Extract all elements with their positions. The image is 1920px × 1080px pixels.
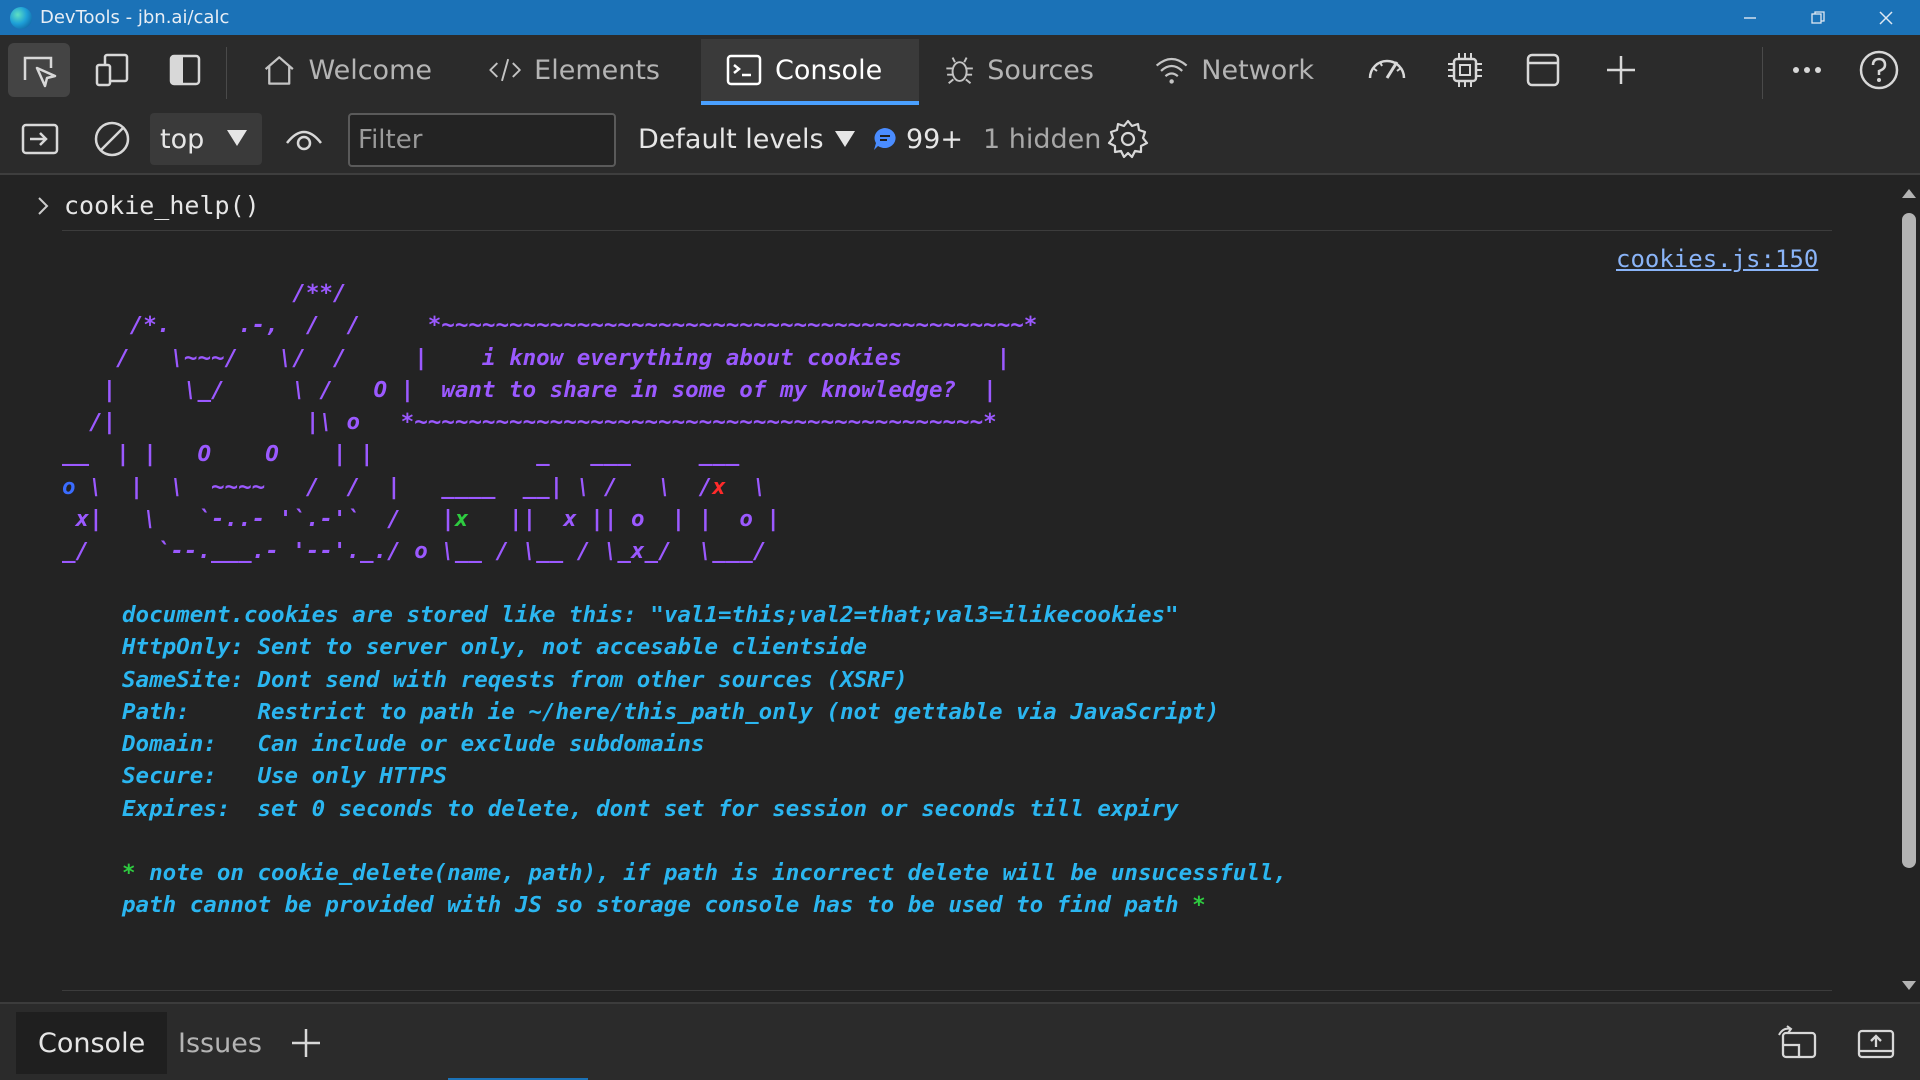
dock-side-button[interactable] bbox=[154, 43, 216, 97]
message-count: 99+ bbox=[906, 123, 963, 155]
source-link[interactable]: cookies.js:150 bbox=[1616, 245, 1818, 273]
console-divider bbox=[62, 990, 1832, 991]
ascii-art-cookie-monster: /**/ /*. .-, / / *~~~~~~~~~~~~~~~~~~~~~~… bbox=[62, 280, 1038, 565]
scroll-down-arrow-icon[interactable] bbox=[1902, 981, 1916, 990]
context-selector[interactable]: top bbox=[150, 113, 262, 165]
chevron-down-icon bbox=[834, 131, 855, 147]
drawer-tab-console[interactable]: Console bbox=[16, 1012, 168, 1074]
drawer-tab-label: Issues bbox=[178, 1027, 262, 1059]
help-button[interactable] bbox=[1848, 43, 1910, 97]
window-title: DevTools - jbn.ai/calc bbox=[40, 7, 230, 28]
restore-icon bbox=[1811, 10, 1825, 24]
window-controls bbox=[1716, 0, 1920, 35]
tab-network[interactable]: Network bbox=[1154, 39, 1314, 101]
console-icon bbox=[726, 54, 762, 86]
code-icon bbox=[489, 58, 521, 82]
performance-icon bbox=[1368, 59, 1406, 79]
chevron-right-icon bbox=[38, 196, 49, 215]
help-icon bbox=[1859, 50, 1899, 90]
console-command: cookie_help() bbox=[64, 191, 260, 220]
title-bar: DevTools - jbn.ai/calc bbox=[0, 0, 1920, 35]
cookie-info-text: document.cookies are stored like this: "… bbox=[122, 602, 1220, 822]
add-tab-icon bbox=[292, 1029, 320, 1057]
edge-devtools-logo-icon bbox=[10, 6, 32, 29]
application-button[interactable] bbox=[1512, 43, 1574, 97]
drawer-add-tab-button[interactable] bbox=[280, 1018, 332, 1068]
drawer-toolbar: Console Issues bbox=[0, 1002, 1920, 1080]
filter-input[interactable] bbox=[348, 113, 616, 167]
console-output: cookie_help() cookies.js:150 /**/ /*. .-… bbox=[0, 177, 1898, 1002]
tab-label: Sources bbox=[987, 54, 1094, 86]
drawer-tab-label: Console bbox=[38, 1027, 146, 1059]
main-toolbar: Welcome Elements Console Sources Network bbox=[0, 35, 1920, 105]
tab-label: Welcome bbox=[308, 54, 432, 86]
console-scrollbar[interactable] bbox=[1898, 177, 1920, 1002]
scrollbar-thumb[interactable] bbox=[1902, 213, 1916, 868]
add-tab-icon bbox=[1607, 56, 1635, 84]
wifi-icon bbox=[1155, 57, 1188, 84]
more-button[interactable] bbox=[1776, 43, 1838, 97]
console-settings-button[interactable] bbox=[1104, 115, 1152, 163]
tab-label: Console bbox=[775, 54, 883, 86]
quick-view-button[interactable] bbox=[1772, 1018, 1824, 1068]
chevron-down-icon bbox=[227, 130, 247, 146]
quick-view-icon bbox=[1778, 1025, 1817, 1059]
memory-icon bbox=[1448, 53, 1482, 87]
tab-label: Elements bbox=[534, 54, 660, 86]
message-bubble-icon bbox=[874, 128, 896, 150]
move-to-top-button[interactable] bbox=[1850, 1018, 1902, 1068]
context-value: top bbox=[160, 123, 205, 155]
device-emulation-button[interactable] bbox=[82, 43, 144, 97]
clear-icon bbox=[94, 121, 130, 157]
drawer-tab-issues[interactable]: Issues bbox=[156, 1012, 284, 1074]
scroll-up-arrow-icon[interactable] bbox=[1902, 189, 1916, 198]
memory-button[interactable] bbox=[1434, 43, 1496, 97]
inspect-icon bbox=[23, 56, 57, 88]
inspect-button[interactable] bbox=[8, 43, 70, 97]
dock-to-top-icon bbox=[1857, 1029, 1895, 1059]
hidden-count: 1 hidden bbox=[983, 123, 1102, 155]
close-button[interactable] bbox=[1852, 0, 1920, 35]
minimize-button[interactable] bbox=[1716, 0, 1784, 35]
toolbar-divider bbox=[1762, 47, 1763, 99]
tab-elements[interactable]: Elements bbox=[488, 39, 660, 101]
tab-console[interactable]: Console bbox=[701, 39, 919, 105]
message-count-button[interactable]: 99+ bbox=[872, 115, 963, 163]
live-expression-button[interactable] bbox=[280, 115, 328, 163]
clear-console-button[interactable] bbox=[88, 115, 136, 163]
close-icon bbox=[1879, 10, 1893, 25]
restore-button[interactable] bbox=[1784, 0, 1852, 35]
performance-button[interactable] bbox=[1356, 43, 1418, 97]
console-divider bbox=[62, 230, 1832, 231]
show-sidebar-button[interactable] bbox=[16, 115, 64, 163]
console-toolbar: top Default levels 99+ 1 hidden bbox=[0, 105, 1920, 175]
eye-icon bbox=[286, 130, 322, 151]
sidebar-toggle-icon bbox=[21, 123, 59, 155]
log-levels-label: Default levels bbox=[638, 123, 824, 155]
console-input-echo: cookie_help() bbox=[36, 191, 260, 220]
home-icon bbox=[264, 56, 294, 85]
tab-sources[interactable]: Sources bbox=[944, 39, 1094, 101]
more-icon bbox=[1793, 67, 1821, 73]
cookie-delete-note: * note on cookie_delete(name, path), if … bbox=[122, 860, 1287, 919]
toolbar-divider bbox=[226, 47, 227, 99]
log-levels-dropdown[interactable]: Default levels bbox=[638, 115, 856, 163]
device-emulation-icon bbox=[95, 53, 129, 87]
minimize-icon bbox=[1744, 16, 1756, 19]
gear-icon bbox=[1107, 119, 1149, 159]
bug-icon bbox=[946, 57, 973, 85]
application-icon bbox=[1526, 53, 1560, 87]
tab-label: Network bbox=[1201, 54, 1314, 86]
tab-welcome[interactable]: Welcome bbox=[262, 39, 432, 101]
dock-side-icon bbox=[169, 54, 201, 86]
add-tab-button[interactable] bbox=[1590, 43, 1652, 97]
